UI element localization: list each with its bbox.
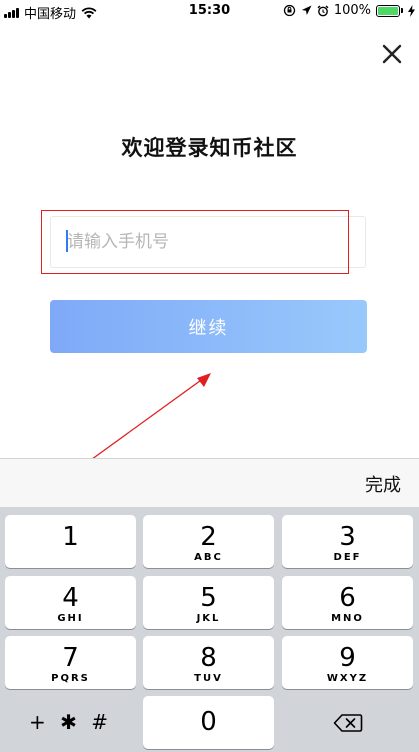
numeric-keypad: 1 2 ABC 3 DEF 4 GHI 5 JKL 6 MNO 7 PQRS 8… — [0, 507, 419, 752]
location-icon — [301, 5, 312, 15]
key-3[interactable]: 3 DEF — [282, 515, 413, 568]
key-symbols[interactable]: + ✱ # — [5, 696, 136, 749]
keyboard-toolbar: 完成 — [0, 458, 419, 507]
battery-percent: 100% — [333, 3, 371, 18]
key-1[interactable]: 1 — [5, 515, 136, 568]
key-digit: 7 — [62, 643, 79, 673]
key-digit: 6 — [339, 583, 356, 613]
rotation-lock-icon — [283, 4, 295, 17]
key-digit: 1 — [62, 522, 79, 552]
key-0[interactable]: 0 — [143, 696, 274, 749]
key-6[interactable]: 6 MNO — [282, 576, 413, 629]
close-button[interactable] — [376, 38, 408, 70]
continue-button[interactable]: 继续 — [50, 300, 367, 353]
key-digit: 5 — [200, 583, 217, 613]
key-letters: TUV — [194, 673, 223, 684]
charging-icon — [408, 4, 415, 17]
key-digit: 8 — [200, 643, 217, 673]
key-9[interactable]: 9 WXYZ — [282, 636, 413, 689]
battery-icon — [376, 4, 403, 17]
key-letters: DEF — [333, 552, 362, 563]
key-5[interactable]: 5 JKL — [143, 576, 274, 629]
close-icon — [382, 44, 402, 64]
status-bar: 中国移动 15:30 100% — [0, 0, 419, 22]
key-digit: 2 — [200, 522, 217, 552]
key-digit: 0 — [200, 707, 217, 737]
key-digit: 3 — [339, 522, 356, 552]
phone-number-input[interactable] — [50, 216, 366, 268]
key-7[interactable]: 7 PQRS — [5, 636, 136, 689]
key-letters: PQRS — [51, 673, 90, 684]
key-8[interactable]: 8 TUV — [143, 636, 274, 689]
backspace-icon — [333, 713, 362, 732]
key-4[interactable]: 4 GHI — [5, 576, 136, 629]
alarm-icon — [317, 4, 329, 16]
key-backspace[interactable] — [282, 696, 413, 749]
done-button[interactable]: 完成 — [365, 471, 401, 497]
key-letters: MNO — [331, 613, 364, 624]
text-caret — [66, 230, 68, 252]
key-letters: WXYZ — [326, 673, 369, 684]
key-digit: 9 — [339, 643, 356, 673]
key-letters: GHI — [57, 613, 84, 624]
key-letters: ABC — [194, 552, 223, 563]
key-letters: JKL — [196, 613, 221, 624]
status-right: 100% — [283, 3, 415, 18]
key-2[interactable]: 2 ABC — [143, 515, 274, 568]
key-symbols-label: + ✱ # — [29, 710, 112, 734]
key-digit: 4 — [62, 583, 79, 613]
page-title: 欢迎登录知币社区 — [121, 136, 298, 160]
